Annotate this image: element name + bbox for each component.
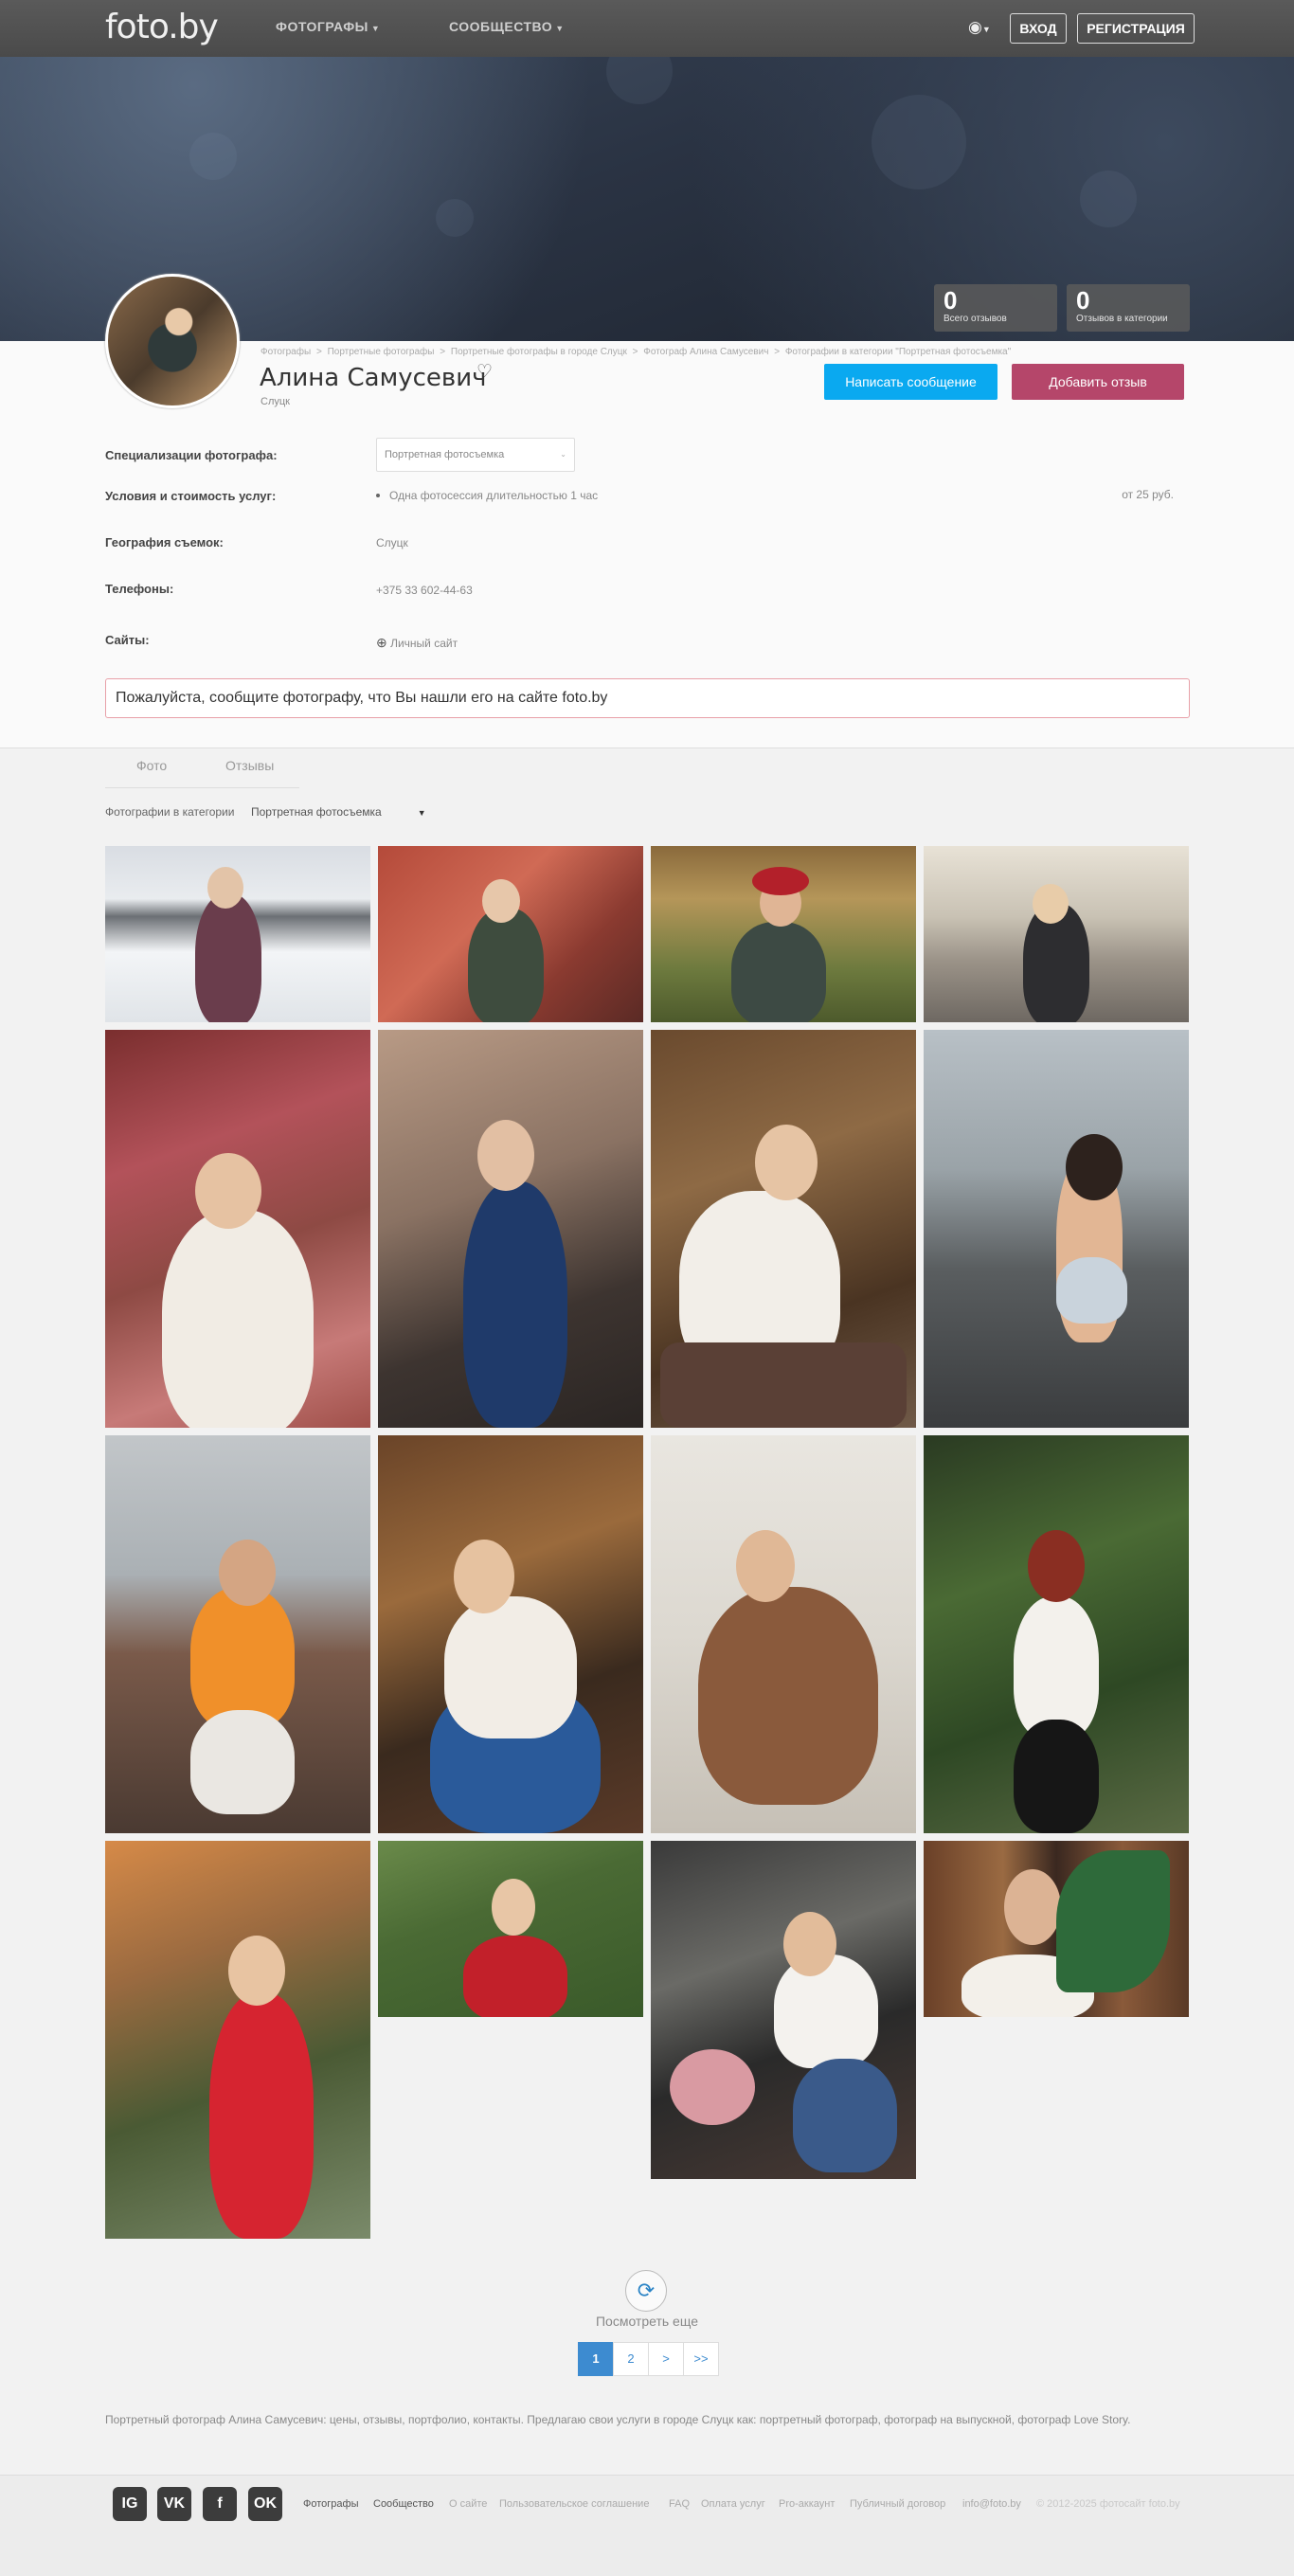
gallery-photo[interactable] <box>924 846 1189 1022</box>
language-selector[interactable]: ◉▼ <box>968 18 991 37</box>
gallery-photo[interactable] <box>378 1841 643 2017</box>
chevron-down-icon: ▼ <box>981 25 991 34</box>
breadcrumb-separator: > <box>774 347 781 357</box>
footer-link-contract[interactable]: Публичный договор <box>850 2498 945 2510</box>
total-reviews-stat: 0 Всего отзывов <box>934 284 1057 332</box>
nav-community-menu[interactable]: СООБЩЕСТВО ▼ <box>449 19 565 34</box>
phone-value[interactable]: +375 33 602-44-63 <box>376 584 473 597</box>
gallery-photo[interactable] <box>651 1030 916 1428</box>
breadcrumb-current: Фотографии в категории "Портретная фотос… <box>784 347 1012 357</box>
gallery-photo[interactable] <box>651 1435 916 1833</box>
tab-photos[interactable]: Фото <box>136 758 167 773</box>
footer-link-pro[interactable]: Pro-аккаунт <box>779 2498 835 2510</box>
breadcrumb-item[interactable]: Фотограф Алина Самусевич <box>643 347 768 357</box>
gallery-photo[interactable] <box>378 1435 643 1833</box>
nav-photographers-label: ФОТОГРАФЫ <box>276 19 368 34</box>
globe-icon: ⊕ <box>376 635 387 650</box>
category-reviews-count: 0 <box>1076 286 1090 315</box>
category-reviews-label: Отзывов в категории <box>1076 314 1168 324</box>
odnoklassniki-icon[interactable]: OK <box>248 2487 282 2521</box>
specialization-select[interactable]: Портретная фотосъемка ⌄ <box>376 438 575 472</box>
chevron-down-icon: ▼ <box>555 24 565 33</box>
total-reviews-label: Всего отзывов <box>944 314 1007 324</box>
chevron-down-icon: ⌄ <box>560 450 566 459</box>
chevron-down-icon: ▼ <box>370 24 381 33</box>
nav-community-label: СООБЩЕСТВО <box>449 19 553 34</box>
gallery-photo[interactable] <box>105 1435 370 1833</box>
footer-link-email[interactable]: info@foto.by <box>962 2498 1021 2510</box>
gallery-photo[interactable] <box>378 1030 643 1428</box>
gallery-photo[interactable] <box>105 846 370 1022</box>
service-price: от 25 руб. <box>1122 488 1174 501</box>
footer-link-community[interactable]: Сообщество <box>373 2498 434 2510</box>
photographer-name: Алина Самусевич <box>260 364 487 392</box>
avatar[interactable] <box>105 274 240 408</box>
seo-description: Портретный фотограф Алина Самусевич: цен… <box>105 2413 1131 2426</box>
category-reviews-stat: 0 Отзывов в категории <box>1067 284 1190 332</box>
page-1-button[interactable]: 1 <box>578 2342 614 2376</box>
load-more-link[interactable]: Посмотреть еще <box>568 2314 726 2329</box>
site-link-text: Личный сайт <box>390 637 458 650</box>
gallery-photo[interactable] <box>924 1435 1189 1833</box>
geography-value: Слуцк <box>376 536 408 549</box>
category-filter-select[interactable]: Портретная фотосъемка ▼ <box>251 805 426 819</box>
footer-link-terms[interactable]: Пользовательское соглашение <box>499 2498 649 2510</box>
footer-link-faq[interactable]: FAQ <box>669 2498 690 2510</box>
instagram-icon[interactable]: IG <box>113 2487 147 2521</box>
add-review-button[interactable]: Добавить отзыв <box>1012 364 1184 400</box>
gallery-photo[interactable] <box>105 1841 370 2239</box>
category-filter-value: Портретная фотосъемка <box>251 805 382 819</box>
footer-link-payment[interactable]: Оплата услуг <box>701 2498 765 2510</box>
gallery-photo[interactable] <box>924 1841 1189 2017</box>
photographer-city: Слуцк <box>261 396 290 407</box>
breadcrumb-separator: > <box>315 347 322 357</box>
send-message-button[interactable]: Написать сообщение <box>824 364 997 400</box>
nav-photographers-menu[interactable]: ФОТОГРАФЫ ▼ <box>276 19 380 34</box>
tab-bar: Фото Отзывы <box>105 758 299 788</box>
next-page-button[interactable]: > <box>648 2342 684 2376</box>
gallery-photo[interactable] <box>105 1030 370 1428</box>
sites-label: Сайты: <box>105 633 150 647</box>
heart-icon[interactable]: ♡ <box>476 361 493 383</box>
breadcrumb-separator: > <box>440 347 446 357</box>
register-button[interactable]: РЕГИСТРАЦИЯ <box>1077 13 1195 44</box>
site-link[interactable]: ⊕ Личный сайт <box>376 635 458 651</box>
gallery-photo[interactable] <box>651 846 916 1022</box>
top-navbar: foto.by ФОТОГРАФЫ ▼ СООБЩЕСТВО ▼ ◉▼ ВХОД Р… <box>0 0 1294 57</box>
category-filter-label: Фотографии в категории <box>105 805 235 819</box>
site-logo[interactable]: foto.by <box>105 8 219 46</box>
notice-box: Пожалуйста, сообщите фотографу, что Вы н… <box>105 678 1190 718</box>
footer-link-photographers[interactable]: Фотографы <box>303 2498 358 2510</box>
breadcrumb-item[interactable]: Портретные фотографы в городе Слуцк <box>451 347 627 357</box>
page-2-button[interactable]: 2 <box>613 2342 649 2376</box>
footer-link-about[interactable]: О сайте <box>449 2498 487 2510</box>
footer-copyright: © 2012-2025 фотосайт foto.by <box>1036 2498 1180 2510</box>
login-button[interactable]: ВХОД <box>1010 13 1067 44</box>
last-page-button[interactable]: >> <box>683 2342 719 2376</box>
breadcrumb-item[interactable]: Фотографы <box>261 347 311 357</box>
gallery-photo[interactable] <box>924 1030 1189 1428</box>
breadcrumb-separator: > <box>632 347 638 357</box>
specialization-label: Специализации фотографа: <box>105 448 278 462</box>
gallery-photo[interactable] <box>378 846 643 1022</box>
geography-label: География съемок: <box>105 535 224 549</box>
globe-icon: ◉ <box>968 18 982 36</box>
total-reviews-count: 0 <box>944 286 958 315</box>
footer <box>0 2475 1294 2576</box>
refresh-icon[interactable]: ⟳ <box>625 2270 667 2312</box>
phones-label: Телефоны: <box>105 582 174 596</box>
service-item-text: Одна фотосессия длительностью 1 час <box>389 489 599 502</box>
bullet-icon <box>376 494 380 497</box>
facebook-icon[interactable]: f <box>203 2487 237 2521</box>
vk-icon[interactable]: VK <box>157 2487 191 2521</box>
gallery-photo[interactable] <box>651 1841 916 2179</box>
specialization-value: Портретная фотосъемка <box>385 449 505 460</box>
service-item: Одна фотосессия длительностью 1 час <box>376 489 598 502</box>
breadcrumb-item[interactable]: Портретные фотографы <box>328 347 435 357</box>
breadcrumb: Фотографы > Портретные фотографы > Портр… <box>261 347 1011 357</box>
caret-down-icon: ▼ <box>417 808 426 818</box>
services-label: Условия и стоимость услуг: <box>105 489 277 503</box>
tab-reviews[interactable]: Отзывы <box>225 758 274 773</box>
